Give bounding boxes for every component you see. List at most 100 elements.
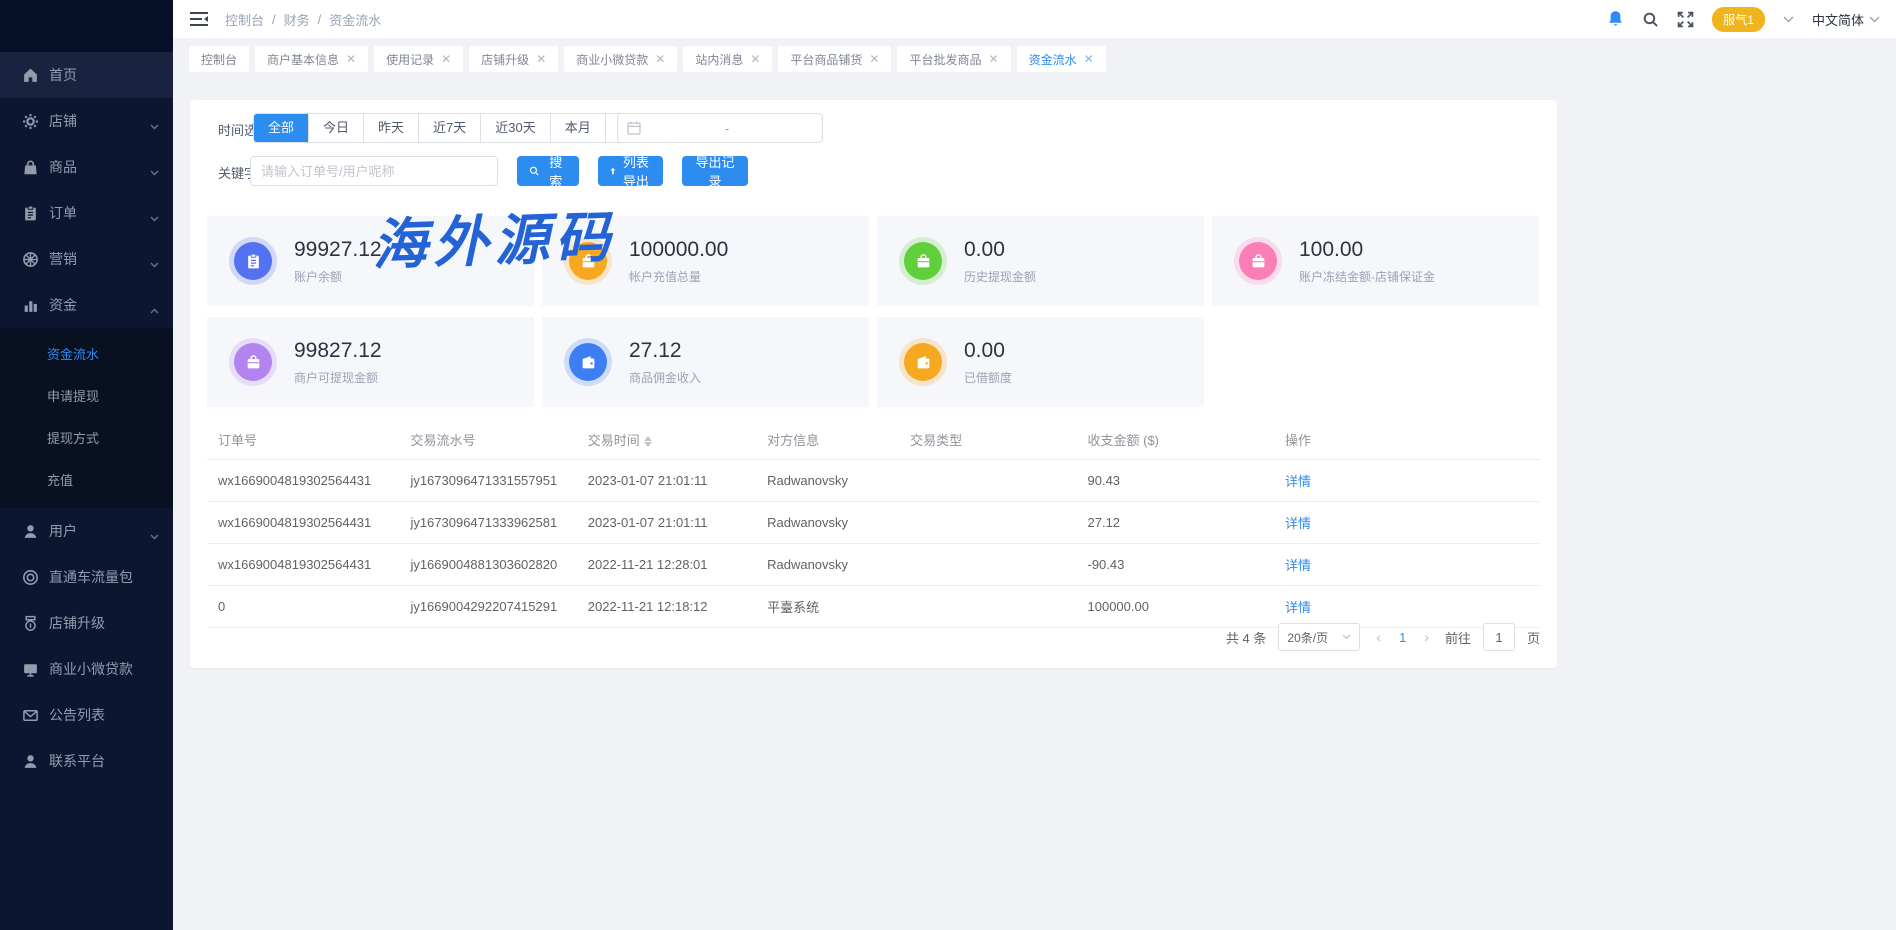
export-records-button[interactable]: 导出记录 <box>682 156 748 186</box>
prev-page-button[interactable]: ‹ <box>1372 629 1385 645</box>
search-button[interactable]: 搜索 <box>517 156 579 186</box>
sidebar-item-marketing[interactable]: 营销 <box>0 236 173 282</box>
sidebar-item-label: 商品 <box>49 157 77 177</box>
close-icon[interactable]: ✕ <box>750 53 760 65</box>
time-option-30days[interactable]: 近30天 <box>480 114 549 142</box>
tab-label: 站内消息 <box>695 51 743 68</box>
cell-txn-no: jy1669004881303602820 <box>399 544 576 586</box>
close-icon[interactable]: ✕ <box>655 53 665 65</box>
date-range-picker[interactable]: - <box>617 113 823 143</box>
goto-page-input[interactable] <box>1483 623 1515 651</box>
cell-order-no: wx1669004819302564431 <box>207 460 399 502</box>
sidebar-item-micro-loan[interactable]: 商业小微贷款 <box>0 646 173 692</box>
tab-console[interactable]: 控制台 <box>189 46 249 72</box>
sidebar-subitem-recharge[interactable]: 充值 <box>0 460 173 502</box>
wallet-icon <box>904 343 942 381</box>
close-icon[interactable]: ✕ <box>869 53 879 65</box>
page: 首页 店铺 商品 订单 营销 <box>0 0 1896 930</box>
breadcrumb: 控制台 / 财务 / 资金流水 <box>225 10 381 29</box>
detail-link[interactable]: 详情 <box>1285 558 1311 573</box>
ring-icon <box>22 569 39 586</box>
current-page[interactable]: 1 <box>1397 630 1408 645</box>
detail-link[interactable]: 详情 <box>1285 474 1311 489</box>
cell-txn-type <box>899 502 1076 544</box>
sidebar-item-shop[interactable]: 店铺 <box>0 98 173 144</box>
wallet-icon <box>569 343 607 381</box>
tab-micro-loan[interactable]: 商业小微贷款✕ <box>564 46 677 72</box>
time-option-month[interactable]: 本月 <box>550 114 605 142</box>
close-icon[interactable]: ✕ <box>441 53 451 65</box>
time-option-today[interactable]: 今日 <box>308 114 363 142</box>
detail-link[interactable]: 详情 <box>1285 516 1311 531</box>
sidebar-item-label: 联系平台 <box>49 751 105 771</box>
tab-merchant-info[interactable]: 商户基本信息✕ <box>255 46 368 72</box>
sidebar-subitem-withdraw-method[interactable]: 提现方式 <box>0 418 173 460</box>
col-txn-type: 交易类型 <box>899 420 1076 460</box>
person-icon <box>22 753 39 770</box>
export-list-button[interactable]: 列表导出 <box>598 156 663 186</box>
chevron-down-icon <box>150 117 159 133</box>
sidebar-item-label: 商业小微贷款 <box>49 659 133 679</box>
time-option-yesterday[interactable]: 昨天 <box>363 114 418 142</box>
sidebar-item-home[interactable]: 首页 <box>0 52 173 98</box>
breadcrumb-item[interactable]: 控制台 <box>225 10 264 29</box>
close-icon[interactable]: ✕ <box>1084 53 1094 65</box>
col-party: 对方信息 <box>756 420 899 460</box>
sort-icon[interactable] <box>644 436 652 447</box>
sidebar-item-label: 店铺 <box>49 111 77 131</box>
breadcrumb-item[interactable]: 财务 <box>284 10 310 29</box>
sidebar-item-announcements[interactable]: 公告列表 <box>0 692 173 738</box>
fullscreen-icon[interactable] <box>1677 11 1694 28</box>
col-txn-time: 交易时间 <box>577 420 756 460</box>
goto-label: 前往 <box>1445 628 1471 647</box>
medal-icon <box>22 615 39 632</box>
sidebar-item-orders[interactable]: 订单 <box>0 190 173 236</box>
page-size-select[interactable]: 20条/页 <box>1278 623 1360 651</box>
tab-shop-upgrade[interactable]: 店铺升级✕ <box>469 46 558 72</box>
wheel-icon <box>22 251 39 268</box>
stat-value: 27.12 <box>629 339 701 363</box>
upload-arrow-icon <box>610 165 616 177</box>
detail-link[interactable]: 详情 <box>1285 600 1311 615</box>
stat-label: 帐户充值总量 <box>629 268 728 285</box>
user-badge[interactable]: 服气1 <box>1712 7 1765 32</box>
sidebar-item-shop-upgrade[interactable]: 店铺升级 <box>0 600 173 646</box>
sidebar-item-contact-platform[interactable]: 联系平台 <box>0 738 173 784</box>
tab-fund-flow[interactable]: 资金流水✕ <box>1017 46 1106 72</box>
cell-amount: 100000.00 <box>1077 586 1274 628</box>
briefcase-icon <box>904 242 942 280</box>
sidebar-item-traffic-package[interactable]: 直通车流量包 <box>0 554 173 600</box>
language-selector[interactable]: 中文简体 <box>1812 10 1880 29</box>
stat-card-commission-income: 27.12 商品佣金收入 <box>542 317 869 407</box>
sidebar-item-users[interactable]: 用户 <box>0 508 173 554</box>
user-menu-chevron-icon[interactable] <box>1783 16 1794 23</box>
close-icon[interactable]: ✕ <box>536 53 546 65</box>
notification-bell-icon[interactable] <box>1607 10 1624 28</box>
tab-platform-distribution[interactable]: 平台商品铺货✕ <box>778 46 891 72</box>
close-icon[interactable]: ✕ <box>346 53 356 65</box>
col-txn-time-label: 交易时间 <box>588 433 640 448</box>
stat-value: 0.00 <box>964 238 1036 262</box>
sidebar-item-funds[interactable]: 资金 <box>0 282 173 328</box>
cell-amount: 27.12 <box>1077 502 1274 544</box>
tab-usage-records[interactable]: 使用记录✕ <box>374 46 463 72</box>
time-option-7days[interactable]: 近7天 <box>418 114 480 142</box>
chevron-down-icon <box>150 163 159 179</box>
close-icon[interactable]: ✕ <box>989 53 999 65</box>
sidebar-item-goods[interactable]: 商品 <box>0 144 173 190</box>
menu-collapse-icon[interactable] <box>189 11 209 27</box>
breadcrumb-item[interactable]: 资金流水 <box>329 10 381 29</box>
next-page-button[interactable]: › <box>1420 629 1433 645</box>
cell-txn-no: jy1673096471333962581 <box>399 502 576 544</box>
sidebar-item-label: 用户 <box>49 521 77 541</box>
time-option-all[interactable]: 全部 <box>254 114 308 142</box>
monitor-icon <box>22 661 39 678</box>
sidebar-item-label: 首页 <box>49 65 77 85</box>
sidebar-subitem-withdraw-apply[interactable]: 申请提现 <box>0 376 173 418</box>
tab-site-messages[interactable]: 站内消息 ✕ <box>683 46 772 72</box>
keyword-input[interactable] <box>250 156 498 186</box>
cell-party: Radwanovsky <box>756 502 899 544</box>
tab-platform-wholesale[interactable]: 平台批发商品✕ <box>897 46 1010 72</box>
sidebar-subitem-fund-flow[interactable]: 资金流水 <box>0 334 173 376</box>
search-icon[interactable] <box>1642 11 1659 28</box>
